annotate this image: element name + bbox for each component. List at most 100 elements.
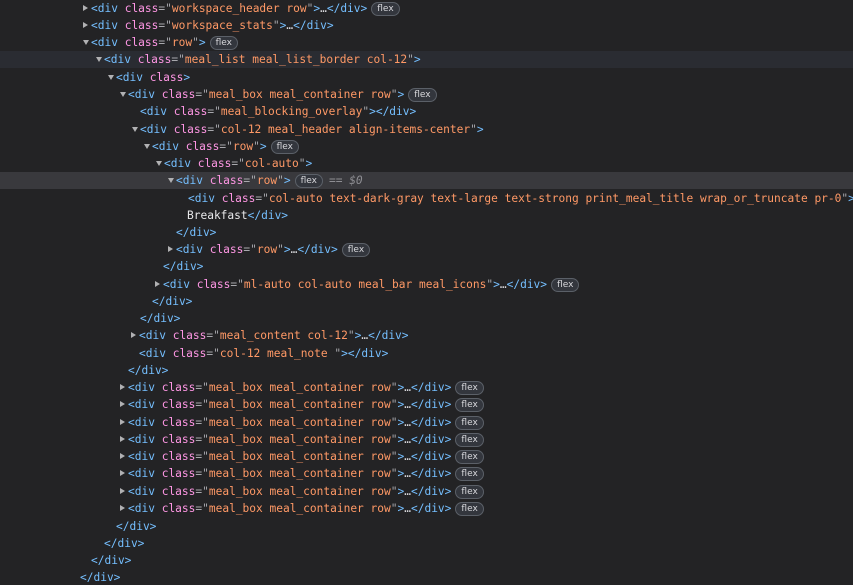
flex-badge[interactable]: flex — [455, 502, 484, 516]
dom-node-row[interactable]: <div class="meal_content col-12">…</div> — [0, 327, 853, 344]
dom-node-row[interactable]: <div class="meal_box meal_container row"… — [0, 465, 853, 482]
dom-node-row[interactable]: <div class="col-auto text-dark-gray text… — [0, 190, 853, 207]
attribute-name[interactable]: class — [197, 278, 231, 291]
attribute-value[interactable]: row — [233, 140, 253, 153]
attribute-value[interactable]: meal_box meal_container row — [209, 398, 391, 411]
flex-badge[interactable]: flex — [209, 36, 238, 50]
attribute-name[interactable]: class — [162, 450, 196, 463]
attribute-value[interactable]: meal_box meal_container row — [209, 502, 391, 515]
expanded-arrow-icon[interactable] — [131, 121, 140, 138]
attribute-name[interactable]: class — [174, 123, 208, 136]
dom-node-row[interactable]: Breakfast</div> — [0, 207, 853, 224]
collapsed-arrow-icon[interactable] — [119, 431, 128, 448]
dom-node-row[interactable]: <div class> — [0, 69, 853, 86]
dom-node-row[interactable]: <div class="col-12 meal_header align-ite… — [0, 121, 853, 138]
attribute-value[interactable]: meal_blocking_overlay — [221, 105, 362, 118]
collapsed-arrow-icon[interactable] — [154, 276, 163, 293]
dom-node-row[interactable]: </div> — [0, 310, 853, 327]
attribute-name[interactable]: class — [162, 398, 196, 411]
attribute-value[interactable]: ml-auto col-auto meal_bar meal_icons — [244, 278, 486, 291]
attribute-name[interactable]: class — [150, 71, 184, 84]
attribute-value[interactable]: row — [257, 243, 277, 256]
dom-node-row[interactable]: </div> — [0, 224, 853, 241]
flex-badge[interactable]: flex — [294, 174, 323, 188]
attribute-value[interactable]: row — [257, 174, 277, 187]
attribute-name[interactable]: class — [173, 329, 207, 342]
attribute-name[interactable]: class — [125, 2, 159, 15]
flex-badge[interactable]: flex — [408, 88, 437, 102]
attribute-value[interactable]: meal_box meal_container row — [209, 433, 391, 446]
attribute-name[interactable]: class — [186, 140, 220, 153]
dom-node-row[interactable]: <div class="row"> flex == $0 — [0, 172, 853, 189]
expanded-arrow-icon[interactable] — [167, 172, 176, 189]
attribute-value[interactable]: col-auto — [245, 157, 299, 170]
flex-badge[interactable]: flex — [455, 381, 484, 395]
dom-node-row[interactable]: <div class="row"> flex — [0, 138, 853, 155]
dom-node-row[interactable]: </div> — [0, 518, 853, 535]
attribute-name[interactable]: class — [198, 157, 232, 170]
flex-badge[interactable]: flex — [270, 140, 299, 154]
attribute-value[interactable]: meal_box meal_container row — [209, 467, 391, 480]
attribute-value[interactable]: meal_box meal_container row — [209, 88, 391, 101]
flex-badge[interactable]: flex — [455, 467, 484, 481]
dom-node-row[interactable]: <div class="meal_box meal_container row"… — [0, 500, 853, 517]
expanded-arrow-icon[interactable] — [143, 138, 152, 155]
collapsed-arrow-icon[interactable] — [82, 0, 91, 17]
flex-badge[interactable]: flex — [455, 416, 484, 430]
collapsed-arrow-icon[interactable] — [119, 396, 128, 413]
dom-node-row[interactable]: <div class="row"> flex — [0, 34, 853, 51]
dom-node-row[interactable]: </div> — [0, 362, 853, 379]
collapsed-arrow-icon[interactable] — [119, 465, 128, 482]
dom-node-row[interactable]: <div class="meal_box meal_container row"… — [0, 431, 853, 448]
attribute-value[interactable]: col-auto text-dark-gray text-large text-… — [269, 192, 842, 205]
expanded-arrow-icon[interactable] — [95, 51, 104, 68]
attribute-name[interactable]: class — [162, 416, 196, 429]
dom-node-row[interactable]: <div class="meal_box meal_container row"… — [0, 483, 853, 500]
dom-node-row[interactable]: </div> — [0, 569, 853, 585]
attribute-value[interactable]: meal_box meal_container row — [209, 450, 391, 463]
attribute-name[interactable]: class — [173, 347, 207, 360]
dom-node-row[interactable]: </div> — [0, 552, 853, 569]
collapsed-arrow-icon[interactable] — [82, 17, 91, 34]
attribute-name[interactable]: class — [162, 485, 196, 498]
attribute-name[interactable]: class — [222, 192, 256, 205]
flex-badge[interactable]: flex — [455, 450, 484, 464]
attribute-name[interactable]: class — [162, 88, 196, 101]
attribute-name[interactable]: class — [162, 467, 196, 480]
attribute-value[interactable]: col-12 meal_note — [220, 347, 335, 360]
collapsed-arrow-icon[interactable] — [130, 327, 139, 344]
attribute-value[interactable]: workspace_header row — [172, 2, 307, 15]
collapsed-arrow-icon[interactable] — [119, 500, 128, 517]
attribute-value[interactable]: workspace_stats — [172, 19, 273, 32]
attribute-value[interactable]: meal_content col-12 — [220, 329, 348, 342]
dom-node-row[interactable]: <div class="meal_blocking_overlay"></div… — [0, 103, 853, 120]
dom-node-row[interactable]: <div class="meal_box meal_container row"… — [0, 379, 853, 396]
attribute-name[interactable]: class — [174, 105, 208, 118]
attribute-value[interactable]: meal_list meal_list_border col-12 — [185, 53, 407, 66]
flex-badge[interactable]: flex — [455, 485, 484, 499]
collapsed-arrow-icon[interactable] — [119, 414, 128, 431]
flex-badge[interactable]: flex — [455, 433, 484, 447]
dom-node-row[interactable]: <div class="col-12 meal_note "></div> — [0, 345, 853, 362]
collapsed-arrow-icon[interactable] — [119, 448, 128, 465]
dom-node-row[interactable]: <div class="meal_box meal_container row"… — [0, 86, 853, 103]
expanded-arrow-icon[interactable] — [107, 69, 116, 86]
dom-node-row[interactable]: </div> — [0, 258, 853, 275]
collapsed-arrow-icon[interactable] — [119, 483, 128, 500]
flex-badge[interactable]: flex — [455, 398, 484, 412]
dom-node-row[interactable]: <div class="row">…</div> flex — [0, 241, 853, 258]
dom-node-row[interactable]: </div> — [0, 293, 853, 310]
attribute-name[interactable]: class — [210, 174, 244, 187]
attribute-name[interactable]: class — [138, 53, 172, 66]
attribute-value[interactable]: meal_box meal_container row — [209, 485, 391, 498]
flex-badge[interactable]: flex — [371, 2, 400, 16]
attribute-name[interactable]: class — [162, 502, 196, 515]
dom-node-row[interactable]: <div class="meal_list meal_list_border c… — [0, 51, 853, 68]
flex-badge[interactable]: flex — [341, 243, 371, 257]
collapsed-arrow-icon[interactable] — [167, 241, 176, 258]
dom-node-row[interactable]: <div class="ml-auto col-auto meal_bar me… — [0, 276, 853, 293]
dom-node-row[interactable]: <div class="meal_box meal_container row"… — [0, 396, 853, 413]
dom-node-row[interactable]: <div class="col-auto"> — [0, 155, 853, 172]
collapsed-arrow-icon[interactable] — [119, 379, 128, 396]
attribute-name[interactable]: class — [125, 19, 159, 32]
